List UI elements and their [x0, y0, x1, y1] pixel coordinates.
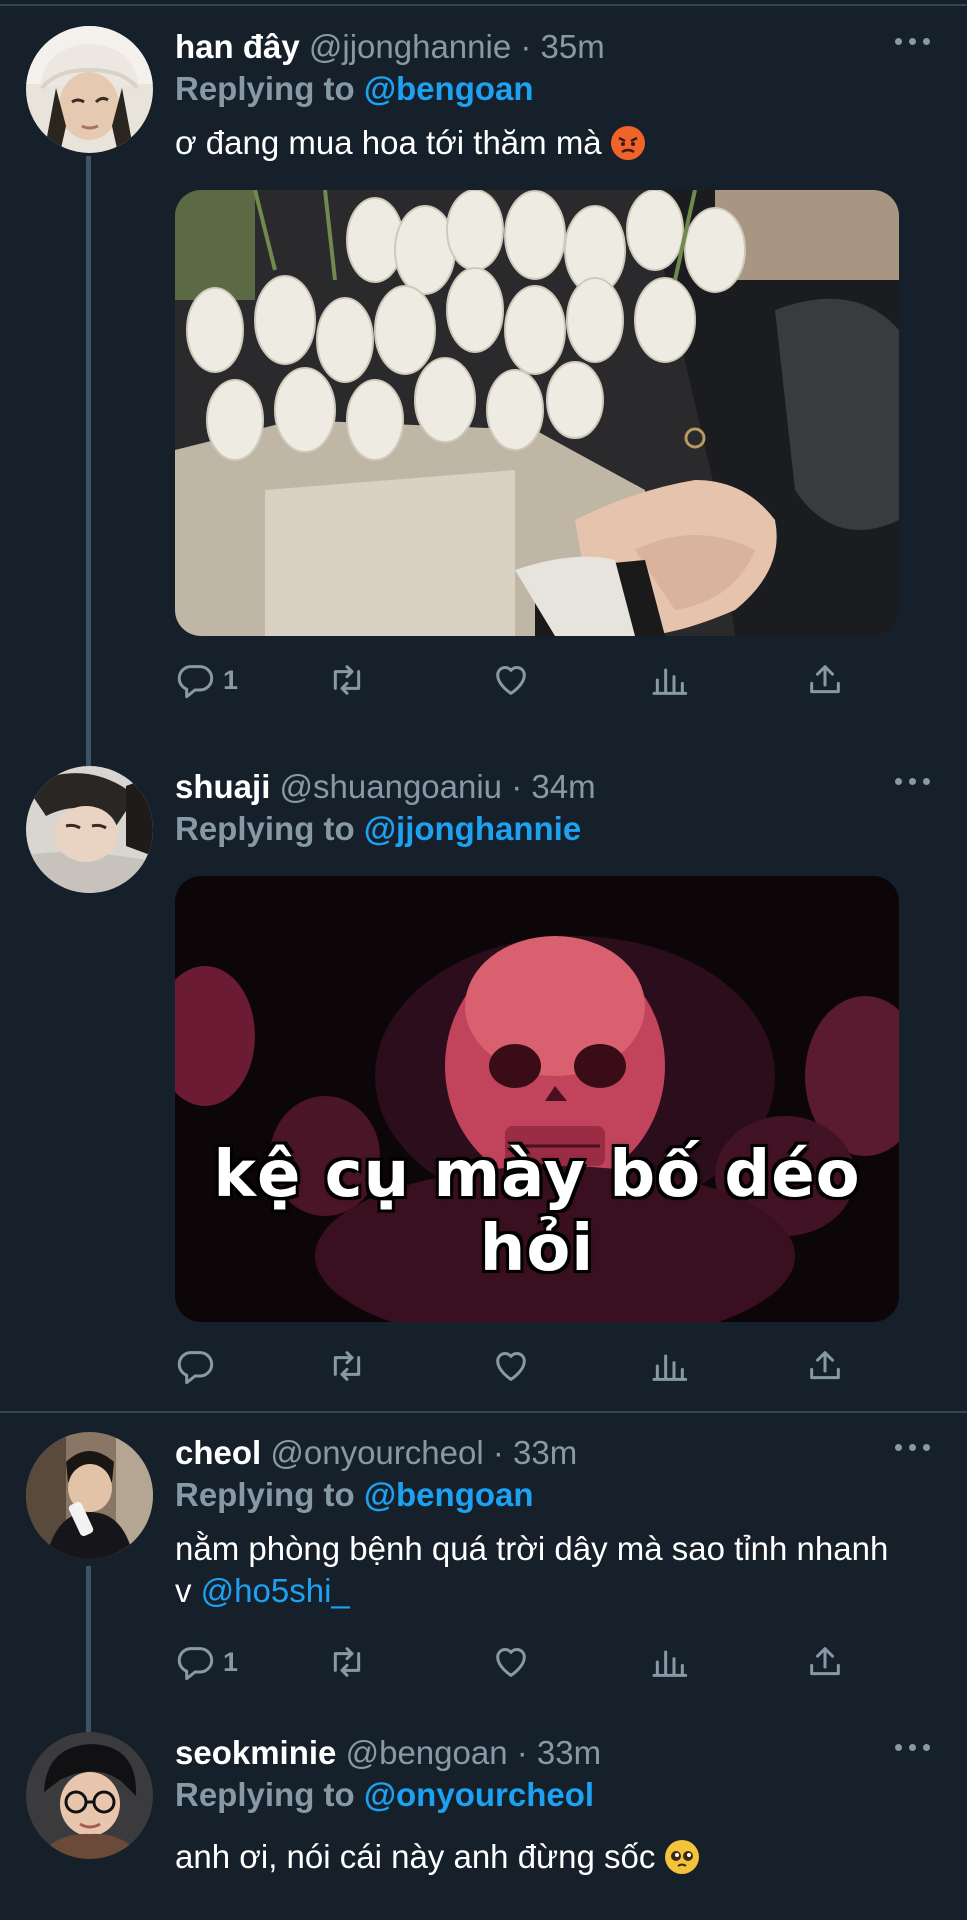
reply-button[interactable]: 1	[175, 658, 238, 702]
like-button[interactable]	[491, 1344, 531, 1388]
share-button[interactable]	[805, 658, 845, 702]
mention-link[interactable]: @ho5shi_	[201, 1572, 350, 1609]
analytics-icon	[652, 1354, 688, 1381]
tweet-text: nằm phòng bệnh quá trời dây mà sao tỉnh …	[175, 1528, 905, 1612]
share-button[interactable]	[805, 1640, 845, 1684]
mention-link[interactable]: @jjonghannie	[364, 810, 581, 847]
display-name[interactable]: shuaji	[175, 768, 270, 805]
replying-to: Replying to @onyourcheol	[175, 1774, 937, 1816]
tweet-header: shuaji @shuangoaniu · 34m	[175, 766, 937, 808]
timestamp[interactable]: 34m	[531, 768, 595, 805]
tweet-actions	[175, 1344, 937, 1396]
like-button[interactable]	[491, 1640, 531, 1684]
analytics-icon	[652, 668, 688, 695]
replying-to: Replying to @bengoan	[175, 1474, 937, 1516]
tweet[interactable]: cheol @onyourcheol · 33m Replying to @be…	[0, 1432, 967, 1712]
reply-icon	[177, 665, 214, 699]
like-button[interactable]	[491, 658, 531, 702]
separator-dot: ·	[492, 1434, 504, 1471]
mention-link[interactable]: @onyourcheol	[364, 1776, 594, 1813]
share-icon	[810, 665, 840, 694]
separator-dot: ·	[511, 768, 523, 805]
tweet-text-body: ơ đang mua hoa tới thăm mà	[175, 124, 602, 161]
analytics-button[interactable]	[649, 1344, 689, 1388]
top-divider	[0, 4, 967, 6]
more-icon[interactable]	[895, 30, 931, 50]
thread-divider	[0, 1411, 967, 1413]
heart-icon	[496, 1648, 526, 1677]
angry-face-emoji	[610, 126, 645, 160]
tweet-photo[interactable]	[175, 190, 899, 636]
more-icon[interactable]	[895, 1436, 931, 1456]
more-icon[interactable]	[895, 770, 931, 790]
timestamp[interactable]: 35m	[541, 28, 605, 65]
tweet-text-body: anh ơi, nói cái này anh đừng sốc	[175, 1838, 656, 1875]
replying-label: Replying to	[175, 810, 355, 847]
avatar[interactable]	[26, 1732, 153, 1859]
retweet-icon	[333, 1647, 361, 1677]
retweet-button[interactable]	[327, 1640, 367, 1684]
replying-to: Replying to @jjonghannie	[175, 808, 937, 850]
tweet[interactable]: shuaji @shuangoaniu · 34m Replying to @j…	[0, 766, 967, 1406]
separator-dot: ·	[520, 28, 532, 65]
tweet-text: ơ đang mua hoa tới thăm mà	[175, 122, 937, 164]
reply-button[interactable]: 1	[175, 1640, 238, 1684]
tweet[interactable]: seokminie @bengoan · 33m Replying to @on…	[0, 1732, 967, 1920]
avatar[interactable]	[26, 26, 153, 153]
tweet-text: anh ơi, nói cái này anh đừng sốc	[175, 1836, 937, 1878]
meme-caption: kệ cụ mày bố déo hỏi	[213, 1138, 861, 1286]
heart-icon	[496, 666, 526, 695]
more-icon[interactable]	[895, 1736, 931, 1756]
separator-dot: ·	[516, 1734, 528, 1771]
tweet-actions: 1	[175, 1640, 937, 1692]
retweet-button[interactable]	[327, 1344, 367, 1388]
tweet-header: cheol @onyourcheol · 33m	[175, 1432, 937, 1474]
display-name[interactable]: cheol	[175, 1434, 261, 1471]
user-handle[interactable]: @onyourcheol	[270, 1434, 483, 1471]
display-name[interactable]: seokminie	[175, 1734, 336, 1771]
retweet-icon	[333, 1351, 361, 1381]
replying-to: Replying to @bengoan	[175, 68, 937, 110]
mention-link[interactable]: @bengoan	[364, 70, 534, 107]
share-button[interactable]	[805, 1344, 845, 1388]
display-name[interactable]: han đây	[175, 28, 300, 65]
user-handle[interactable]: @jjonghannie	[309, 28, 511, 65]
reply-button[interactable]	[175, 1344, 223, 1388]
tweet-actions: 1	[175, 658, 937, 710]
heart-icon	[496, 1352, 526, 1381]
analytics-button[interactable]	[649, 658, 689, 702]
tweet-header: han đây @jjonghannie · 35m	[175, 26, 937, 68]
replying-label: Replying to	[175, 1476, 355, 1513]
timestamp[interactable]: 33m	[537, 1734, 601, 1771]
analytics-button[interactable]	[649, 1640, 689, 1684]
reply-count: 1	[223, 664, 239, 695]
timestamp[interactable]: 33m	[513, 1434, 577, 1471]
share-icon	[810, 1351, 840, 1380]
pleading-face-emoji	[664, 1840, 699, 1874]
reply-icon	[177, 1351, 214, 1385]
mention-link[interactable]: @bengoan	[364, 1476, 534, 1513]
user-handle[interactable]: @bengoan	[346, 1734, 508, 1771]
analytics-icon	[652, 1650, 688, 1677]
tweet-header: seokminie @bengoan · 33m	[175, 1732, 937, 1774]
share-icon	[810, 1647, 840, 1676]
reply-count: 1	[223, 1646, 239, 1677]
replying-label: Replying to	[175, 70, 355, 107]
retweet-button[interactable]	[327, 658, 367, 702]
retweet-icon	[333, 665, 361, 695]
user-handle[interactable]: @shuangoaniu	[280, 768, 503, 805]
reply-icon	[177, 1647, 214, 1681]
tweet-meme-image[interactable]: kệ cụ mày bố déo hỏi	[175, 876, 899, 1322]
avatar[interactable]	[26, 1432, 153, 1559]
avatar[interactable]	[26, 766, 153, 893]
tweet[interactable]: han đây @jjonghannie · 35m Replying to @…	[0, 26, 967, 746]
replying-label: Replying to	[175, 1776, 355, 1813]
